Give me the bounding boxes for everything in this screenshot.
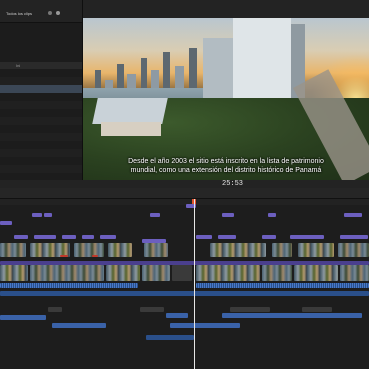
list-item[interactable] <box>0 93 82 101</box>
list-item[interactable] <box>0 117 82 125</box>
storyline-clip[interactable] <box>196 265 260 281</box>
search-icon[interactable] <box>56 11 60 15</box>
storyline-clip[interactable] <box>340 265 369 281</box>
list-item[interactable] <box>0 141 82 149</box>
building-wall <box>101 122 161 136</box>
audio-clip[interactable] <box>222 313 362 318</box>
list-item[interactable] <box>0 133 82 141</box>
music-track[interactable] <box>0 291 369 296</box>
browser-list <box>0 69 82 181</box>
storyline-clip[interactable] <box>0 265 28 281</box>
audio-clip[interactable] <box>140 307 164 312</box>
list-item[interactable] <box>0 125 82 133</box>
storyline-clip[interactable] <box>106 265 140 281</box>
audio-clip[interactable] <box>170 323 240 328</box>
viewer-footer <box>0 180 369 188</box>
title-clip[interactable] <box>82 235 94 239</box>
title-clip[interactable] <box>222 213 234 217</box>
video-clip[interactable] <box>272 243 292 257</box>
storyline-clip[interactable] <box>30 265 104 281</box>
timecode-display[interactable]: 25:53 <box>222 180 243 188</box>
video-clip[interactable] <box>108 243 132 257</box>
viewer-header <box>83 0 369 18</box>
title-clip[interactable] <box>44 213 52 217</box>
audio-clip[interactable] <box>0 283 138 288</box>
title-clip[interactable] <box>268 213 276 217</box>
video-clip[interactable] <box>74 243 104 257</box>
title-clip[interactable] <box>14 235 28 239</box>
audio-clip[interactable] <box>52 323 106 328</box>
clip-marker <box>92 255 98 257</box>
title-clip[interactable] <box>340 235 368 239</box>
audio-clip[interactable] <box>48 307 62 312</box>
title-clip[interactable] <box>62 235 76 239</box>
timeline-ruler[interactable] <box>0 199 369 205</box>
subtitle-caption: Desde el año 2003 el sitio está inscrito… <box>128 158 324 174</box>
filter-icon[interactable] <box>48 11 52 15</box>
title-clip[interactable] <box>34 235 56 239</box>
title-clip[interactable] <box>100 235 116 239</box>
list-item[interactable] <box>0 157 82 165</box>
video-viewer[interactable]: Desde el año 2003 el sitio está inscrito… <box>83 18 369 180</box>
title-clip[interactable] <box>0 221 12 225</box>
list-item-selected[interactable] <box>0 85 82 93</box>
video-clip[interactable] <box>338 243 369 257</box>
browser-header: Todos los clips <box>0 0 82 23</box>
storyline-clip[interactable] <box>294 265 338 281</box>
video-clip[interactable] <box>144 243 168 257</box>
clip-marker <box>60 255 68 257</box>
video-clip[interactable] <box>298 243 334 257</box>
playhead[interactable] <box>194 199 195 369</box>
browser-column-header: Ini <box>0 62 82 69</box>
column-start[interactable]: Ini <box>16 63 20 68</box>
storyline-clip[interactable] <box>262 265 292 281</box>
title-clip[interactable] <box>344 213 362 217</box>
timeline-toolbar <box>0 188 369 199</box>
tab-all-clips[interactable]: Todos los clips <box>6 11 32 16</box>
list-item[interactable] <box>0 109 82 117</box>
title-clip[interactable] <box>196 235 212 239</box>
title-clip[interactable] <box>290 235 324 239</box>
audio-clip[interactable] <box>230 307 270 312</box>
title-clip[interactable] <box>262 235 276 239</box>
audio-clip[interactable] <box>166 313 188 318</box>
roof <box>92 98 168 124</box>
list-item[interactable] <box>0 149 82 157</box>
audio-clip[interactable] <box>0 315 46 320</box>
audio-clip[interactable] <box>196 283 369 288</box>
list-item[interactable] <box>0 165 82 173</box>
audio-clip[interactable] <box>302 307 332 312</box>
storyline-clip[interactable] <box>172 265 192 281</box>
list-item[interactable] <box>0 69 82 77</box>
audio-clip[interactable] <box>146 335 194 340</box>
list-item[interactable] <box>0 101 82 109</box>
video-clip[interactable] <box>210 243 266 257</box>
title-clip[interactable] <box>150 213 160 217</box>
title-clip[interactable] <box>32 213 42 217</box>
timeline[interactable] <box>0 199 369 369</box>
storyline-clip[interactable] <box>142 265 170 281</box>
title-clip[interactable] <box>218 235 236 239</box>
list-item[interactable] <box>0 77 82 85</box>
browser-panel: Todos los clips Ini <box>0 0 82 185</box>
video-clip[interactable] <box>0 243 26 257</box>
